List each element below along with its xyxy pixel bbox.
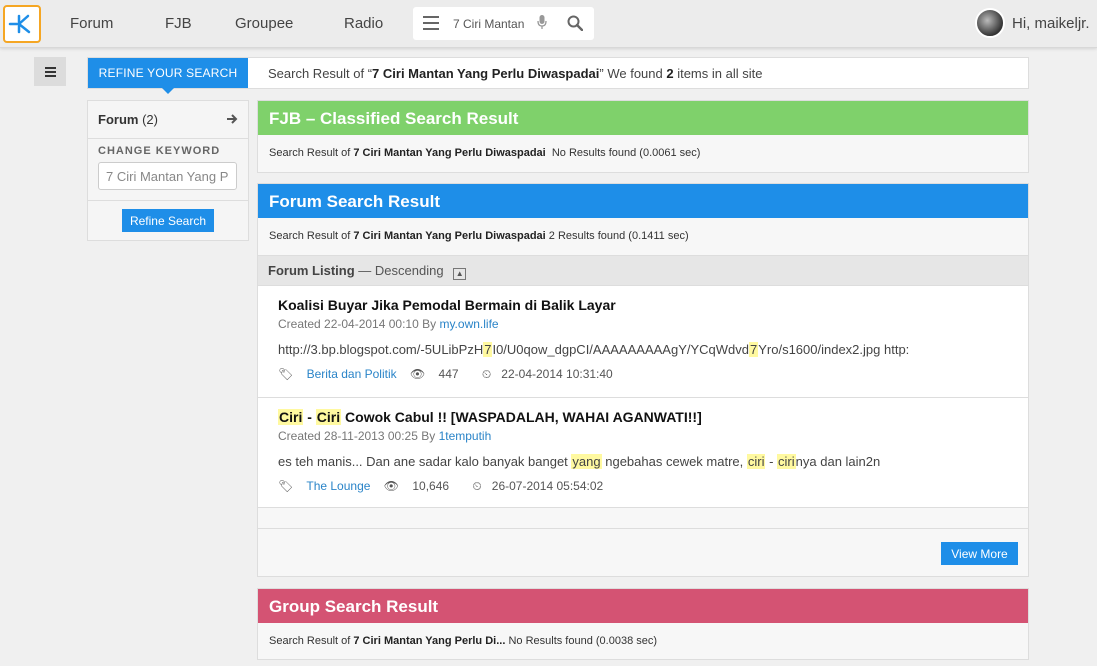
top-navbar: Forum FJB Groupee Radio Hi, maikeljr. [0,0,1097,48]
thread-meta: Created 22-04-2014 00:10 By my.own.life [278,317,499,331]
search-box [413,7,594,40]
nav-radio[interactable]: Radio [344,15,383,32]
divider [88,200,248,201]
refine-sidebar: Forum (2) CHANGE KEYWORD Refine Search [87,100,249,241]
thread-footer: 🏷 Berita dan Politik 👁 447 ⏲ 22-04-2014 1… [278,367,613,381]
result-count: 2 [666,66,674,81]
divider [88,138,248,139]
category-link[interactable]: The Lounge [306,479,370,493]
keyword-input[interactable] [98,162,237,190]
collapse-icon[interactable]: ▲ [453,268,467,280]
user-avatar[interactable] [975,8,1005,38]
view-more-button[interactable]: View More [941,542,1018,565]
forum-panel-title: Forum Search Result [258,184,1028,218]
clock-icon: ⏲ [472,479,482,493]
list-item: Koalisi Buyar Jika Pemodal Bermain di Ba… [258,286,1028,398]
thread-snippet: http://3.bp.blogspot.com/-5ULibPzH7I0/U0… [278,342,910,357]
nav-fjb[interactable]: FJB [165,15,192,32]
refine-search-button[interactable]: Refine Search [122,209,214,232]
refine-bar: REFINE YOUR SEARCH Search Result of “7 C… [87,57,1029,94]
forum-listing-header: Forum Listing — Descending ▲ [258,255,1028,286]
eye-icon: 👁 [383,479,399,493]
search-input[interactable] [453,11,525,36]
group-result-panel: Group Search Result Search Result of 7 C… [257,588,1029,660]
thread-meta: Created 28-11-2013 00:25 By 1temputih [278,429,492,443]
clock-icon: ⏲ [481,367,492,381]
sidebar-toggle-icon[interactable] [34,57,66,86]
thread-title[interactable]: Ciri - Ciri Cowok Cabul !! [WASPADALAH, … [278,409,1008,425]
eye-icon: 👁 [409,367,426,381]
thread-footer: 🏷 The Lounge 👁 10,646 ⏲ 26-07-2014 05:54:… [278,479,604,493]
nav-forum[interactable]: Forum [70,15,113,32]
search-summary: Search Result of “7 Ciri Mantan Yang Per… [268,66,763,81]
change-keyword-label: CHANGE KEYWORD [98,145,221,157]
category-link[interactable]: Berita dan Politik [307,367,397,381]
author-link[interactable]: my.own.life [439,317,498,331]
mic-icon[interactable] [537,15,547,33]
search-icon[interactable] [567,15,584,34]
forum-panel-footer: View More [258,528,1028,576]
tag-icon: 🏷 [278,479,294,493]
nav-groupee[interactable]: Groupee [235,15,293,32]
refine-your-search-tab[interactable]: REFINE YOUR SEARCH [88,58,248,94]
forum-filter[interactable]: Forum (2) [98,112,238,127]
hamburger-icon[interactable] [423,16,439,30]
fjb-result-panel: FJB – Classified Search Result Search Re… [257,100,1029,173]
user-greeting[interactable]: Hi, maikeljr. [1012,15,1090,32]
thread-snippet: es teh manis... Dan ane sadar kalo banya… [278,454,881,469]
fjb-panel-title: FJB – Classified Search Result [258,101,1028,135]
fjb-result-status: Search Result of 7 Ciri Mantan Yang Perl… [269,147,701,159]
group-result-status: Search Result of 7 Ciri Mantan Yang Perl… [269,635,658,647]
forum-result-panel: Forum Search Result Search Result of 7 C… [257,183,1029,577]
kaskus-logo-icon[interactable] [3,5,41,43]
group-panel-title: Group Search Result [258,589,1028,623]
thread-title[interactable]: Koalisi Buyar Jika Pemodal Bermain di Ba… [278,297,1008,313]
forum-result-status: Search Result of 7 Ciri Mantan Yang Perl… [269,230,689,242]
search-query: 7 Ciri Mantan Yang Perlu Diwaspadai [372,66,600,81]
list-item: Ciri - Ciri Cowok Cabul !! [WASPADALAH, … [258,398,1028,508]
arrow-right-icon[interactable] [226,112,238,128]
author-link[interactable]: 1temputih [439,429,492,443]
tag-icon: 🏷 [278,367,294,381]
